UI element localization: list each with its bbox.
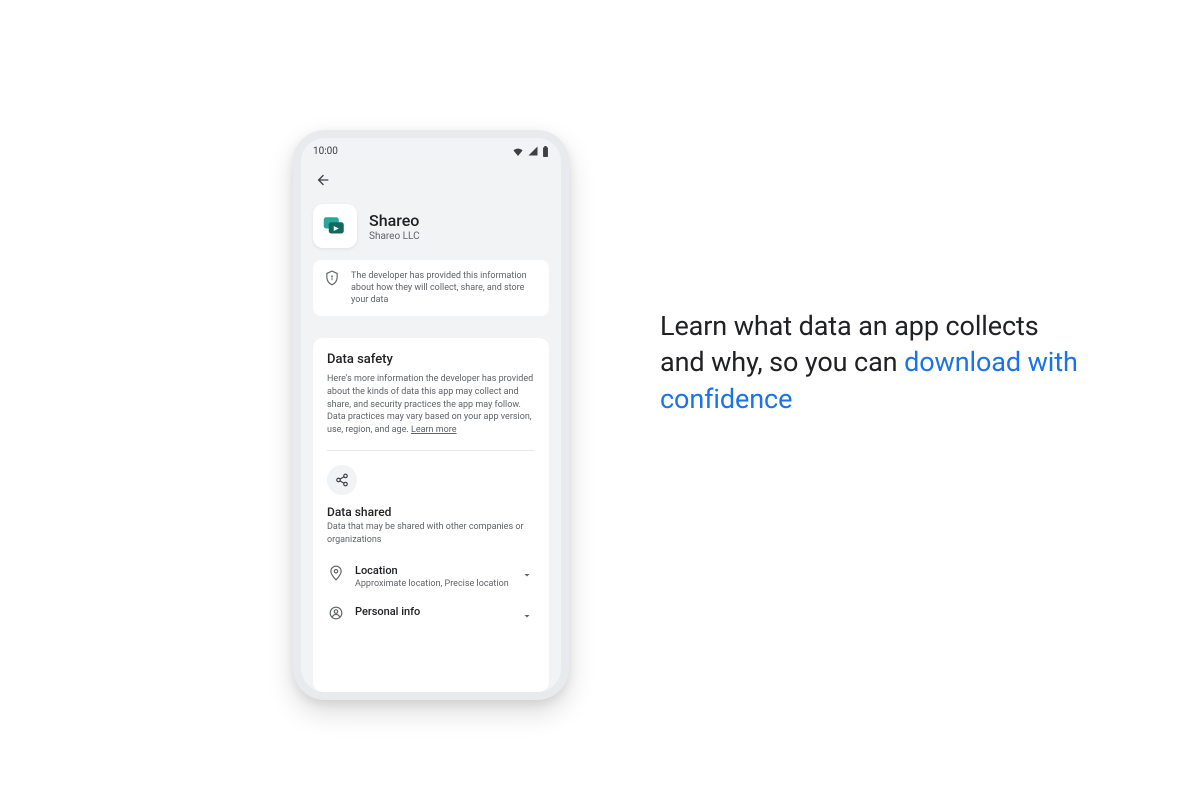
battery-icon [542,146,549,157]
phone-frame: 10:00 [293,130,569,700]
app-header: Shareo Shareo LLC [301,200,561,260]
status-bar: 10:00 [301,138,561,164]
developer-info-banner: The developer has provided this informat… [313,260,549,316]
status-time: 10:00 [313,146,338,157]
data-shared-title: Data shared [327,505,535,519]
status-icons [512,146,549,157]
top-app-bar [301,164,561,200]
app-icon [313,204,357,248]
person-icon [327,605,345,620]
share-icon [327,465,357,495]
app-title: Shareo [369,211,420,230]
data-row-location[interactable]: Location Approximate location, Precise l… [327,556,535,597]
chevron-down-icon [521,564,535,585]
wifi-icon [512,146,524,156]
marketing-headline: Learn what data an app collects and why,… [660,308,1080,417]
signal-icon [528,146,538,156]
app-developer[interactable]: Shareo LLC [369,231,420,242]
location-icon [327,564,345,581]
data-safety-title: Data safety [327,352,535,367]
back-button[interactable] [311,168,335,192]
phone-mockup: 10:00 [293,130,569,700]
developer-info-text: The developer has provided this informat… [351,270,537,306]
shield-icon [325,270,341,290]
data-safety-card: Data safety Here's more information the … [313,338,549,692]
screen: 10:00 [301,138,561,692]
arrow-back-icon [315,172,331,188]
data-shared-subtitle: Data that may be shared with other compa… [327,521,535,545]
data-safety-description: Here's more information the developer ha… [327,373,535,436]
row-subtitle: Approximate location, Precise location [355,579,511,589]
row-title: Location [355,564,511,577]
data-row-personal-info[interactable]: Personal info [327,597,535,634]
row-title: Personal info [355,605,511,618]
learn-more-link[interactable]: Learn more [411,425,457,435]
chevron-down-icon [521,605,535,626]
divider [327,450,535,451]
